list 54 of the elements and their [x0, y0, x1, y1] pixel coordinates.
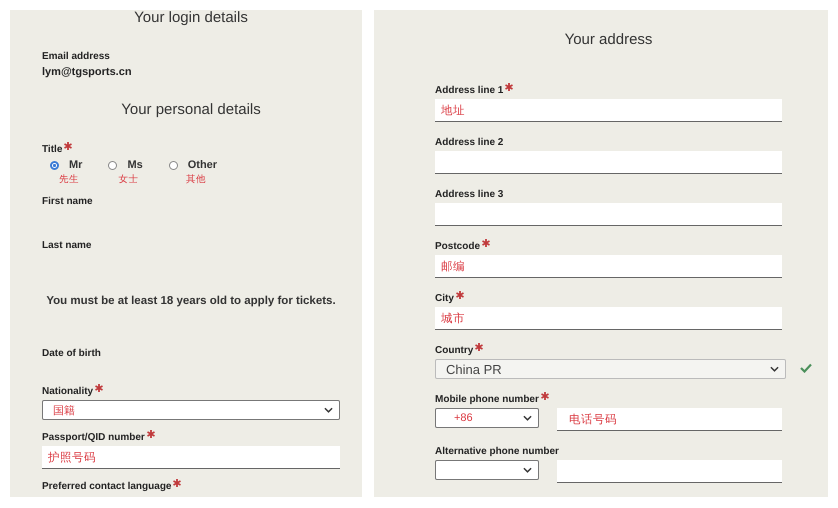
radio-icon[interactable] — [168, 160, 178, 170]
country-select[interactable]: China PR — [435, 359, 786, 379]
field-value: 邮编 — [441, 260, 465, 274]
field-value: 护照号码 — [48, 450, 96, 464]
field-value: China PR — [446, 362, 502, 376]
country-code-select[interactable] — [435, 460, 539, 480]
field-label: Country — [435, 345, 474, 357]
radio-option[interactable]: Ms — [108, 159, 143, 171]
field-label: Nationality — [42, 386, 94, 398]
radio-icon[interactable] — [50, 160, 59, 170]
input-field[interactable]: 护照号码 — [42, 446, 340, 469]
input-field[interactable] — [435, 151, 782, 174]
field-value: 国籍 — [53, 404, 75, 418]
field-label: Date of birth — [42, 348, 101, 360]
input-field[interactable]: 城市 — [435, 307, 782, 330]
section-heading: Your address — [564, 32, 654, 48]
annotation: 先生 — [59, 173, 80, 186]
field-label: Address line 3 — [435, 189, 504, 201]
field-label: Passport/QID number — [42, 432, 145, 444]
field-value: lym@tgsports.cn — [42, 65, 133, 80]
input-field[interactable] — [435, 203, 782, 226]
input-field[interactable]: 地址 — [435, 99, 782, 122]
field-label: Alternative phone number — [435, 446, 559, 458]
field-label: Address line 2 — [435, 137, 504, 149]
field-label: Mobile phone number — [435, 394, 539, 406]
chevron-icon — [770, 366, 779, 372]
field-label: Title — [42, 144, 62, 156]
chevron-icon — [324, 407, 333, 413]
field-label: Postcode — [435, 241, 480, 253]
field-label: Last name — [42, 240, 92, 252]
field-value: 城市 — [441, 311, 465, 326]
section-heading: Your personal details — [120, 102, 262, 118]
age-notice: You must be at least 18 years old to apply for tickets. — [45, 294, 337, 308]
radio-icon[interactable] — [108, 160, 118, 170]
annotation: 其他 — [186, 173, 206, 186]
chevron-icon — [523, 415, 532, 421]
nationality-select[interactable]: 国籍 — [42, 400, 340, 420]
input-field[interactable]: 邮编 — [435, 255, 782, 278]
field-label: City — [435, 293, 454, 305]
chevron-icon — [523, 467, 532, 473]
field-label: Preferred contact language — [42, 481, 172, 493]
field-value: 电话号码 — [569, 412, 617, 426]
annotation: 女士 — [118, 173, 139, 186]
country-code-select[interactable]: +86 — [435, 408, 539, 428]
field-value: 地址 — [441, 104, 465, 118]
radio-option[interactable]: Other — [168, 159, 218, 171]
field-label: Address line 1 — [435, 85, 504, 97]
phone-input[interactable] — [557, 460, 782, 483]
country-code: +86 — [453, 412, 473, 424]
field-label: First name — [42, 196, 93, 208]
phone-input[interactable]: 电话号码 — [557, 408, 782, 431]
radio-option[interactable]: Mr — [50, 159, 82, 171]
section-heading: Your login details — [133, 10, 249, 26]
field-label: Email address — [42, 51, 110, 63]
